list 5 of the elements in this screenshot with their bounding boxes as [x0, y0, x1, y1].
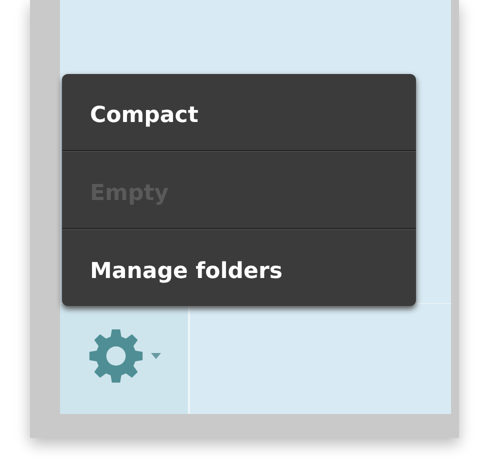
menu-item[interactable]: Compact — [62, 84, 416, 140]
settings-icon — [87, 327, 145, 385]
menu-item[interactable]: Manage folders — [62, 240, 416, 296]
settings-button[interactable] — [60, 304, 190, 414]
caret-icon — [151, 353, 161, 359]
